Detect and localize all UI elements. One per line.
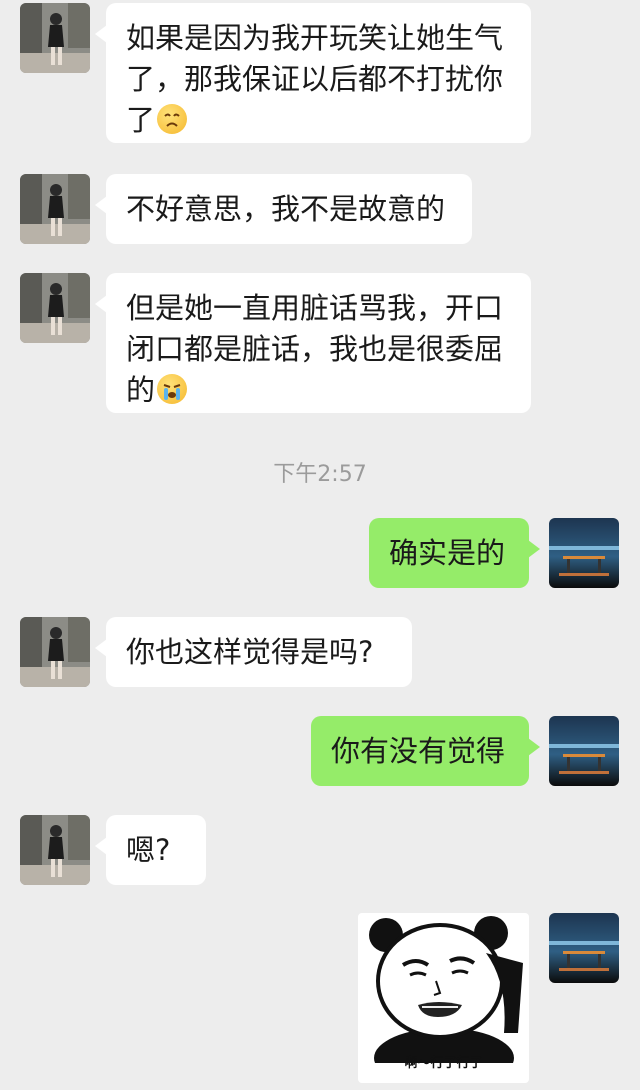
- crying-face-emoji: [157, 374, 188, 404]
- message-bubble-incoming[interactable]: 不好意思，我不是故意的: [95, 174, 472, 244]
- sad-face-emoji: [157, 104, 188, 134]
- message-line: 不好意思，我不是故意的: [126, 192, 446, 226]
- message-line: 你也这样觉得是吗?: [126, 635, 374, 669]
- message-line: 如果是因为我开玩笑让她生气: [126, 21, 504, 55]
- message-bubble-incoming[interactable]: 你也这样觉得是吗?: [95, 617, 412, 687]
- message-bubble-incoming[interactable]: 但是她一直用脏话骂我，开口 闭口都是脏话，我也是很委屈 的: [95, 273, 531, 413]
- message-line: 了: [126, 103, 156, 137]
- my-avatar[interactable]: [549, 518, 619, 588]
- sticker-caption: 啊～行了行了: [404, 1056, 483, 1071]
- message-bubble-incoming[interactable]: 嗯?: [95, 815, 206, 885]
- message-line: 的: [126, 373, 156, 407]
- my-avatar[interactable]: [549, 913, 619, 983]
- message-line: 但是她一直用脏话骂我，开口: [126, 291, 504, 325]
- message-line: 了，那我保证以后都不打扰你: [126, 62, 504, 96]
- panda-meme-sticker[interactable]: 啊～行了行了: [358, 913, 529, 1083]
- contact-avatar[interactable]: [20, 815, 90, 885]
- message-line: 你有没有觉得: [331, 734, 506, 768]
- message-bubble-outgoing[interactable]: 确实是的: [369, 518, 540, 588]
- contact-avatar[interactable]: [20, 617, 90, 687]
- message-bubble-outgoing[interactable]: 你有没有觉得: [311, 716, 540, 786]
- contact-avatar[interactable]: [20, 174, 90, 244]
- message-bubble-incoming[interactable]: 如果是因为我开玩笑让她生气 了，那我保证以后都不打扰你 了: [95, 3, 531, 143]
- contact-avatar[interactable]: [20, 273, 90, 343]
- panda-face-image: [369, 916, 523, 1083]
- contact-avatar[interactable]: [20, 3, 90, 73]
- my-avatar[interactable]: [549, 716, 619, 786]
- message-timestamp: 下午2:57: [273, 462, 367, 487]
- message-line: 嗯?: [126, 833, 171, 867]
- message-line: 确实是的: [389, 536, 506, 570]
- message-line: 闭口都是脏话，我也是很委屈: [126, 332, 504, 366]
